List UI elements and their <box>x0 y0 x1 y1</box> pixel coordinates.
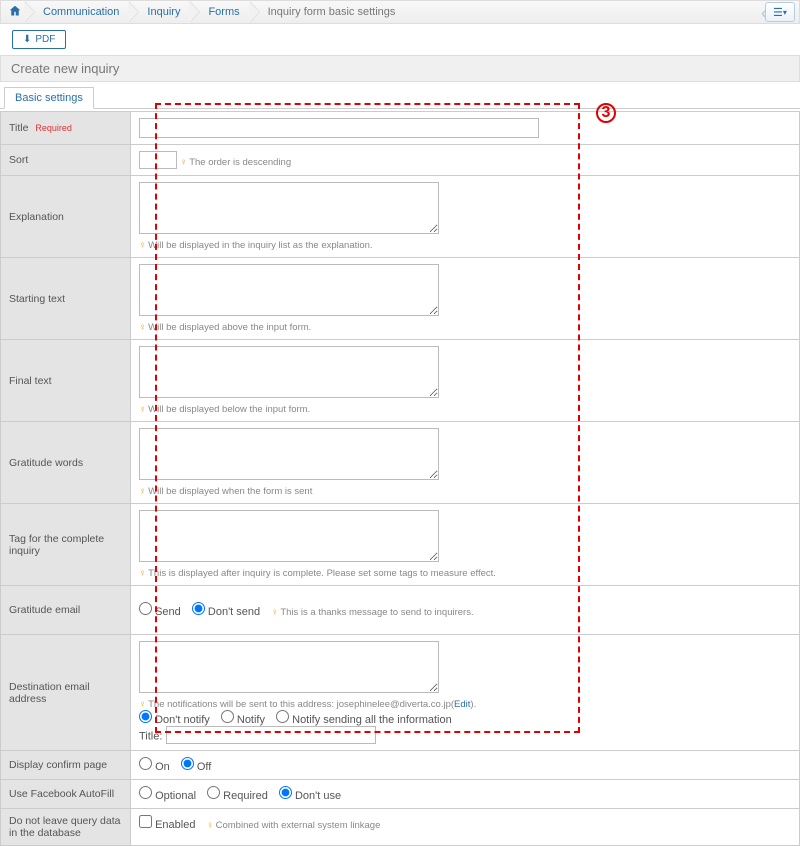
label-final-text: Final text <box>1 340 131 422</box>
menu-button[interactable]: ☰▾ <box>765 2 795 22</box>
edit-link[interactable]: Edit <box>454 699 470 710</box>
row-gratitude-words: Gratitude words ♀Will be displayed when … <box>1 422 800 504</box>
label-sort: Sort <box>1 145 131 176</box>
settings-table: Title Required Sort ♀The order is descen… <box>0 111 800 846</box>
page-title: Create new inquiry <box>0 55 800 82</box>
starting-text-textarea[interactable] <box>139 264 439 316</box>
breadcrumb-current: Inquiry form basic settings <box>250 1 406 23</box>
row-destination-email: Destination email address ♀The notificat… <box>1 635 800 751</box>
sort-input[interactable] <box>139 151 177 169</box>
label-explanation: Explanation <box>1 176 131 258</box>
hint-gratitude-words: Will be displayed when the form is sent <box>148 486 312 497</box>
gratitude-words-textarea[interactable] <box>139 428 439 480</box>
label-gratitude-words: Gratitude words <box>1 422 131 504</box>
label-no-store: Do not leave query data in the database <box>1 809 131 846</box>
caret-down-icon: ▾ <box>783 8 787 17</box>
label-title: Title <box>9 122 28 134</box>
hint-final-text: Will be displayed below the input form. <box>148 404 310 415</box>
destination-email-textarea[interactable] <box>139 641 439 693</box>
bulb-icon: ♀ <box>180 157 187 168</box>
radio-fb-required[interactable]: Required <box>207 790 268 802</box>
label-facebook-autofill: Use Facebook AutoFill <box>1 780 131 809</box>
tab-bar: Basic settings <box>0 86 800 109</box>
row-gratitude-email: Gratitude email Send Don't send ♀This is… <box>1 586 800 635</box>
breadcrumb-inquiry[interactable]: Inquiry <box>129 1 190 23</box>
bulb-icon: ♀ <box>139 486 146 497</box>
bulb-icon: ♀ <box>139 322 146 333</box>
tab-basic-settings[interactable]: Basic settings <box>4 87 94 109</box>
radio-send[interactable]: Send <box>139 606 181 618</box>
radio-notify-all[interactable]: Notify sending all the information <box>276 714 452 726</box>
bulb-icon: ♀ <box>139 404 146 415</box>
hint-explanation: Will be displayed in the inquiry list as… <box>148 240 372 251</box>
label-starting-text: Starting text <box>1 258 131 340</box>
hint-tag-complete: This is displayed after inquiry is compl… <box>148 568 496 579</box>
bulb-icon: ♀ <box>207 820 214 831</box>
title-input[interactable] <box>139 118 539 138</box>
hamburger-icon: ☰ <box>773 6 783 19</box>
bulb-icon: ♀ <box>139 568 146 579</box>
hint-sort: The order is descending <box>189 157 291 168</box>
row-final-text: Final text ♀Will be displayed below the … <box>1 340 800 422</box>
label-tag-complete: Tag for the complete inquiry <box>1 504 131 586</box>
row-no-store: Do not leave query data in the database … <box>1 809 800 846</box>
row-explanation: Explanation ♀Will be displayed in the in… <box>1 176 800 258</box>
required-badge: Required <box>35 123 72 133</box>
download-icon: ⬇ <box>23 34 31 45</box>
label-display-confirm: Display confirm page <box>1 751 131 780</box>
radio-confirm-on[interactable]: On <box>139 761 170 773</box>
notify-title-input[interactable] <box>166 726 376 744</box>
row-tag-complete: Tag for the complete inquiry ♀This is di… <box>1 504 800 586</box>
explanation-textarea[interactable] <box>139 182 439 234</box>
label-gratitude-email: Gratitude email <box>1 586 131 635</box>
row-title: Title Required <box>1 112 800 145</box>
breadcrumb-communication[interactable]: Communication <box>25 1 129 23</box>
breadcrumb: Communication Inquiry Forms Inquiry form… <box>0 0 800 24</box>
pdf-button[interactable]: ⬇ PDF <box>12 30 66 49</box>
final-text-textarea[interactable] <box>139 346 439 398</box>
hint-gratitude-email: This is a thanks message to send to inqu… <box>280 607 473 618</box>
breadcrumb-forms[interactable]: Forms <box>190 1 249 23</box>
bulb-icon: ♀ <box>139 699 146 710</box>
hint-no-store: Combined with external system linkage <box>216 820 381 831</box>
row-sort: Sort ♀The order is descending <box>1 145 800 176</box>
hint-dest-prefix: The notifications will be sent to this a… <box>148 699 337 710</box>
bulb-icon: ♀ <box>139 240 146 251</box>
label-destination-email: Destination email address <box>1 635 131 751</box>
radio-dont-send[interactable]: Don't send <box>192 606 260 618</box>
radio-notify[interactable]: Notify <box>221 714 265 726</box>
radio-dont-notify[interactable]: Don't notify <box>139 714 210 726</box>
hint-starting-text: Will be displayed above the input form. <box>148 322 311 333</box>
bulb-icon: ♀ <box>271 607 278 618</box>
radio-fb-optional[interactable]: Optional <box>139 790 196 802</box>
tag-complete-textarea[interactable] <box>139 510 439 562</box>
row-starting-text: Starting text ♀Will be displayed above t… <box>1 258 800 340</box>
pdf-button-label: PDF <box>35 34 55 45</box>
hint-dest-email: josephinelee@diverta.co.jp <box>337 699 451 710</box>
radio-confirm-off[interactable]: Off <box>181 761 212 773</box>
checkbox-enabled[interactable]: Enabled <box>139 819 195 831</box>
radio-fb-dont-use[interactable]: Don't use <box>279 790 341 802</box>
home-icon[interactable] <box>5 5 25 20</box>
row-display-confirm: Display confirm page On Off <box>1 751 800 780</box>
label-notify-title: Title: <box>139 731 162 743</box>
row-facebook-autofill: Use Facebook AutoFill Optional Required … <box>1 780 800 809</box>
